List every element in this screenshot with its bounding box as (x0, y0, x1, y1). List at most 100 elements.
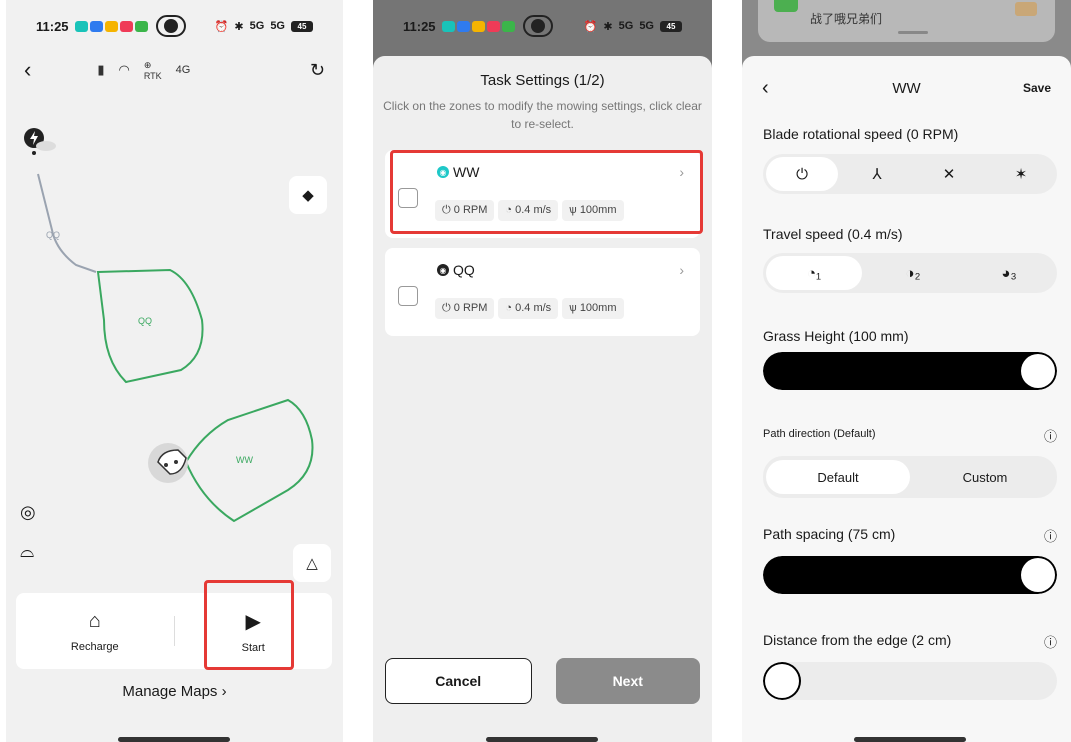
speed-value: 0.4 m/s (515, 302, 552, 314)
help-icon[interactable]: ⓘ (1044, 526, 1057, 545)
speed-2-option[interactable]: ◑₂ (865, 256, 961, 290)
help-icon[interactable]: ⓘ (1044, 426, 1057, 445)
app-icon (456, 20, 470, 32)
app-icon (119, 20, 133, 32)
blade-high-icon: ✶ (1014, 166, 1028, 183)
height-value: 100mm (579, 302, 617, 314)
speed-3-icon: ◕₃ (1001, 264, 1017, 282)
zone-settings-header: ‹ WW Save (742, 56, 1071, 120)
blade-high-option[interactable]: ✶ (985, 157, 1057, 191)
zone-card-qq[interactable]: ◉ QQ › ⏻ 0 RPM ◔ 0.4 m/s ѱ 100mm (385, 248, 700, 336)
notification-thumbnail (1015, 2, 1037, 16)
recharge-label: Recharge (70, 640, 119, 653)
zone-name: ◉ QQ (437, 262, 475, 278)
zone-tags: ⏻ 0 RPM ◔ 0.4 m/s ѱ 100mm (435, 298, 624, 319)
path-direction-selector: Default Custom (763, 456, 1057, 498)
status-icons: ⏰ ✱ 5G 5G 45 (584, 20, 682, 33)
help-icon[interactable]: ⓘ (1044, 632, 1057, 651)
bluetooth-icon: ✱ (603, 20, 613, 33)
cancel-button[interactable]: Cancel (385, 658, 532, 704)
back-icon[interactable]: ‹ (24, 57, 31, 83)
signal-icon: 5G (618, 20, 634, 32)
map-canvas[interactable]: QQ QQ WW ◆ △ (6, 90, 343, 590)
recharge-button[interactable]: ⌂ Recharge (16, 610, 174, 653)
signal-icon: 5G (270, 20, 285, 32)
camera-pill-icon (522, 15, 553, 37)
blade-mid-icon: ✕ (942, 166, 956, 183)
app-icon (774, 0, 798, 12)
app-icon (74, 20, 88, 32)
slider-knob[interactable] (1021, 558, 1055, 592)
home-indicator (118, 737, 230, 742)
blade-speed-selector: ⏻ ⅄ ✕ ✶ (763, 154, 1057, 194)
speed-1-icon: ◔₁ (806, 264, 822, 282)
home-indicator (854, 737, 966, 742)
status-time: 11:25 (36, 18, 69, 34)
chevron-right-icon: › (679, 262, 684, 278)
rpm-tag: ⏻ 0 RPM (435, 298, 495, 319)
highlight-box (204, 580, 294, 670)
blade-low-option[interactable]: ⅄ (841, 157, 913, 191)
zone-qq-outline (96, 268, 204, 384)
slider-knob[interactable] (765, 664, 799, 698)
path-spacing-slider[interactable] (763, 556, 1057, 594)
manage-maps-link[interactable]: Manage Maps › (6, 683, 343, 700)
app-icon (501, 20, 515, 32)
task-settings-sheet: Task Settings (1/2) Click on the zones t… (373, 56, 712, 742)
zone-settings-title: WW (892, 79, 921, 97)
speed-tag: ◔ 0.4 m/s (498, 298, 559, 319)
path-label: QQ (46, 230, 60, 240)
travel-speed-label: Travel speed (0.4 m/s) (763, 226, 903, 242)
travel-speed-selector: ◔₁ ◑₂ ◕₃ (763, 253, 1057, 293)
app-icon (104, 20, 118, 32)
blade-speed-label: Blade rotational speed (0 RPM) (763, 126, 959, 142)
manage-maps-label: Manage Maps (122, 683, 218, 700)
navigate-button[interactable]: △ (293, 544, 331, 582)
path-direction-default[interactable]: Default (766, 460, 910, 494)
blade-mid-option[interactable]: ✕ (913, 157, 985, 191)
notification-banner[interactable]: 战了哦兄弟们 (758, 0, 1055, 42)
grass-height-slider[interactable] (763, 352, 1057, 390)
layers-icon: ◆ (302, 187, 314, 204)
speed-1-option[interactable]: ◔₁ (766, 256, 862, 290)
alarm-icon: ⏰ (583, 20, 598, 33)
map-tools: ◎ ⌓ (20, 502, 36, 562)
path-direction-label: Path direction (Default) (763, 428, 876, 440)
path-direction-custom[interactable]: Custom (913, 460, 1057, 494)
chevron-right-icon: › (221, 683, 227, 700)
slider-fill (763, 352, 1057, 390)
task-settings-hint: Click on the zones to modify the mowing … (383, 99, 702, 131)
battery-icon: 45 (660, 20, 682, 32)
alarm-icon: ⏰ (214, 20, 229, 33)
path-spacing-label: Path spacing (75 cm) (763, 526, 896, 542)
charging-station-icon (24, 128, 56, 155)
zone-name-label: QQ (453, 262, 475, 278)
robot-control-icon[interactable]: ⌓ (20, 541, 36, 562)
blade-off-option[interactable]: ⏻ (766, 157, 838, 191)
refresh-icon[interactable]: ↻ (310, 60, 325, 81)
compass-icon: △ (306, 555, 318, 572)
zone-checkbox[interactable] (398, 286, 418, 306)
blade-low-icon: ⅄ (872, 166, 882, 183)
next-button[interactable]: Next (555, 658, 700, 704)
edge-distance-label: Distance from the edge (2 cm) (763, 632, 952, 648)
task-settings-screen: 11:25 ⏰ ✱ 5G 5G 45 Task Settings (1/2) C… (373, 0, 712, 742)
app-icon (134, 20, 148, 32)
app-icon (89, 20, 103, 32)
highlight-box (390, 150, 703, 234)
zone-settings-sheet: ‹ WW Save Blade rotational speed (0 RPM)… (742, 56, 1071, 742)
speed-2-icon: ◑₂ (905, 264, 921, 282)
layers-button[interactable]: ◆ (289, 176, 327, 214)
app-icon (486, 20, 500, 32)
grass-height-label: Grass Height (100 mm) (763, 328, 909, 344)
status-bar: 11:25 ⏰ ✱ 5G 5G 45 (373, 0, 712, 52)
map-screen: 11:25 ⏰ ✱ 5G 5G 45 ‹ ▮ ◠ ⊕ RTK 4G ↻ QQ Q… (6, 0, 343, 742)
home-charge-icon: ⌂ (88, 609, 101, 632)
slider-knob[interactable] (1021, 354, 1055, 388)
speed-3-option[interactable]: ◕₃ (961, 256, 1057, 290)
locate-icon[interactable]: ◎ (20, 502, 36, 523)
zone-qq-label: QQ (138, 316, 152, 326)
edge-distance-slider[interactable] (763, 662, 1057, 700)
zone-settings-screen: 战了哦兄弟们 ‹ WW Save Blade rotational speed … (742, 0, 1071, 742)
zone-ww-label: WW (236, 455, 253, 465)
